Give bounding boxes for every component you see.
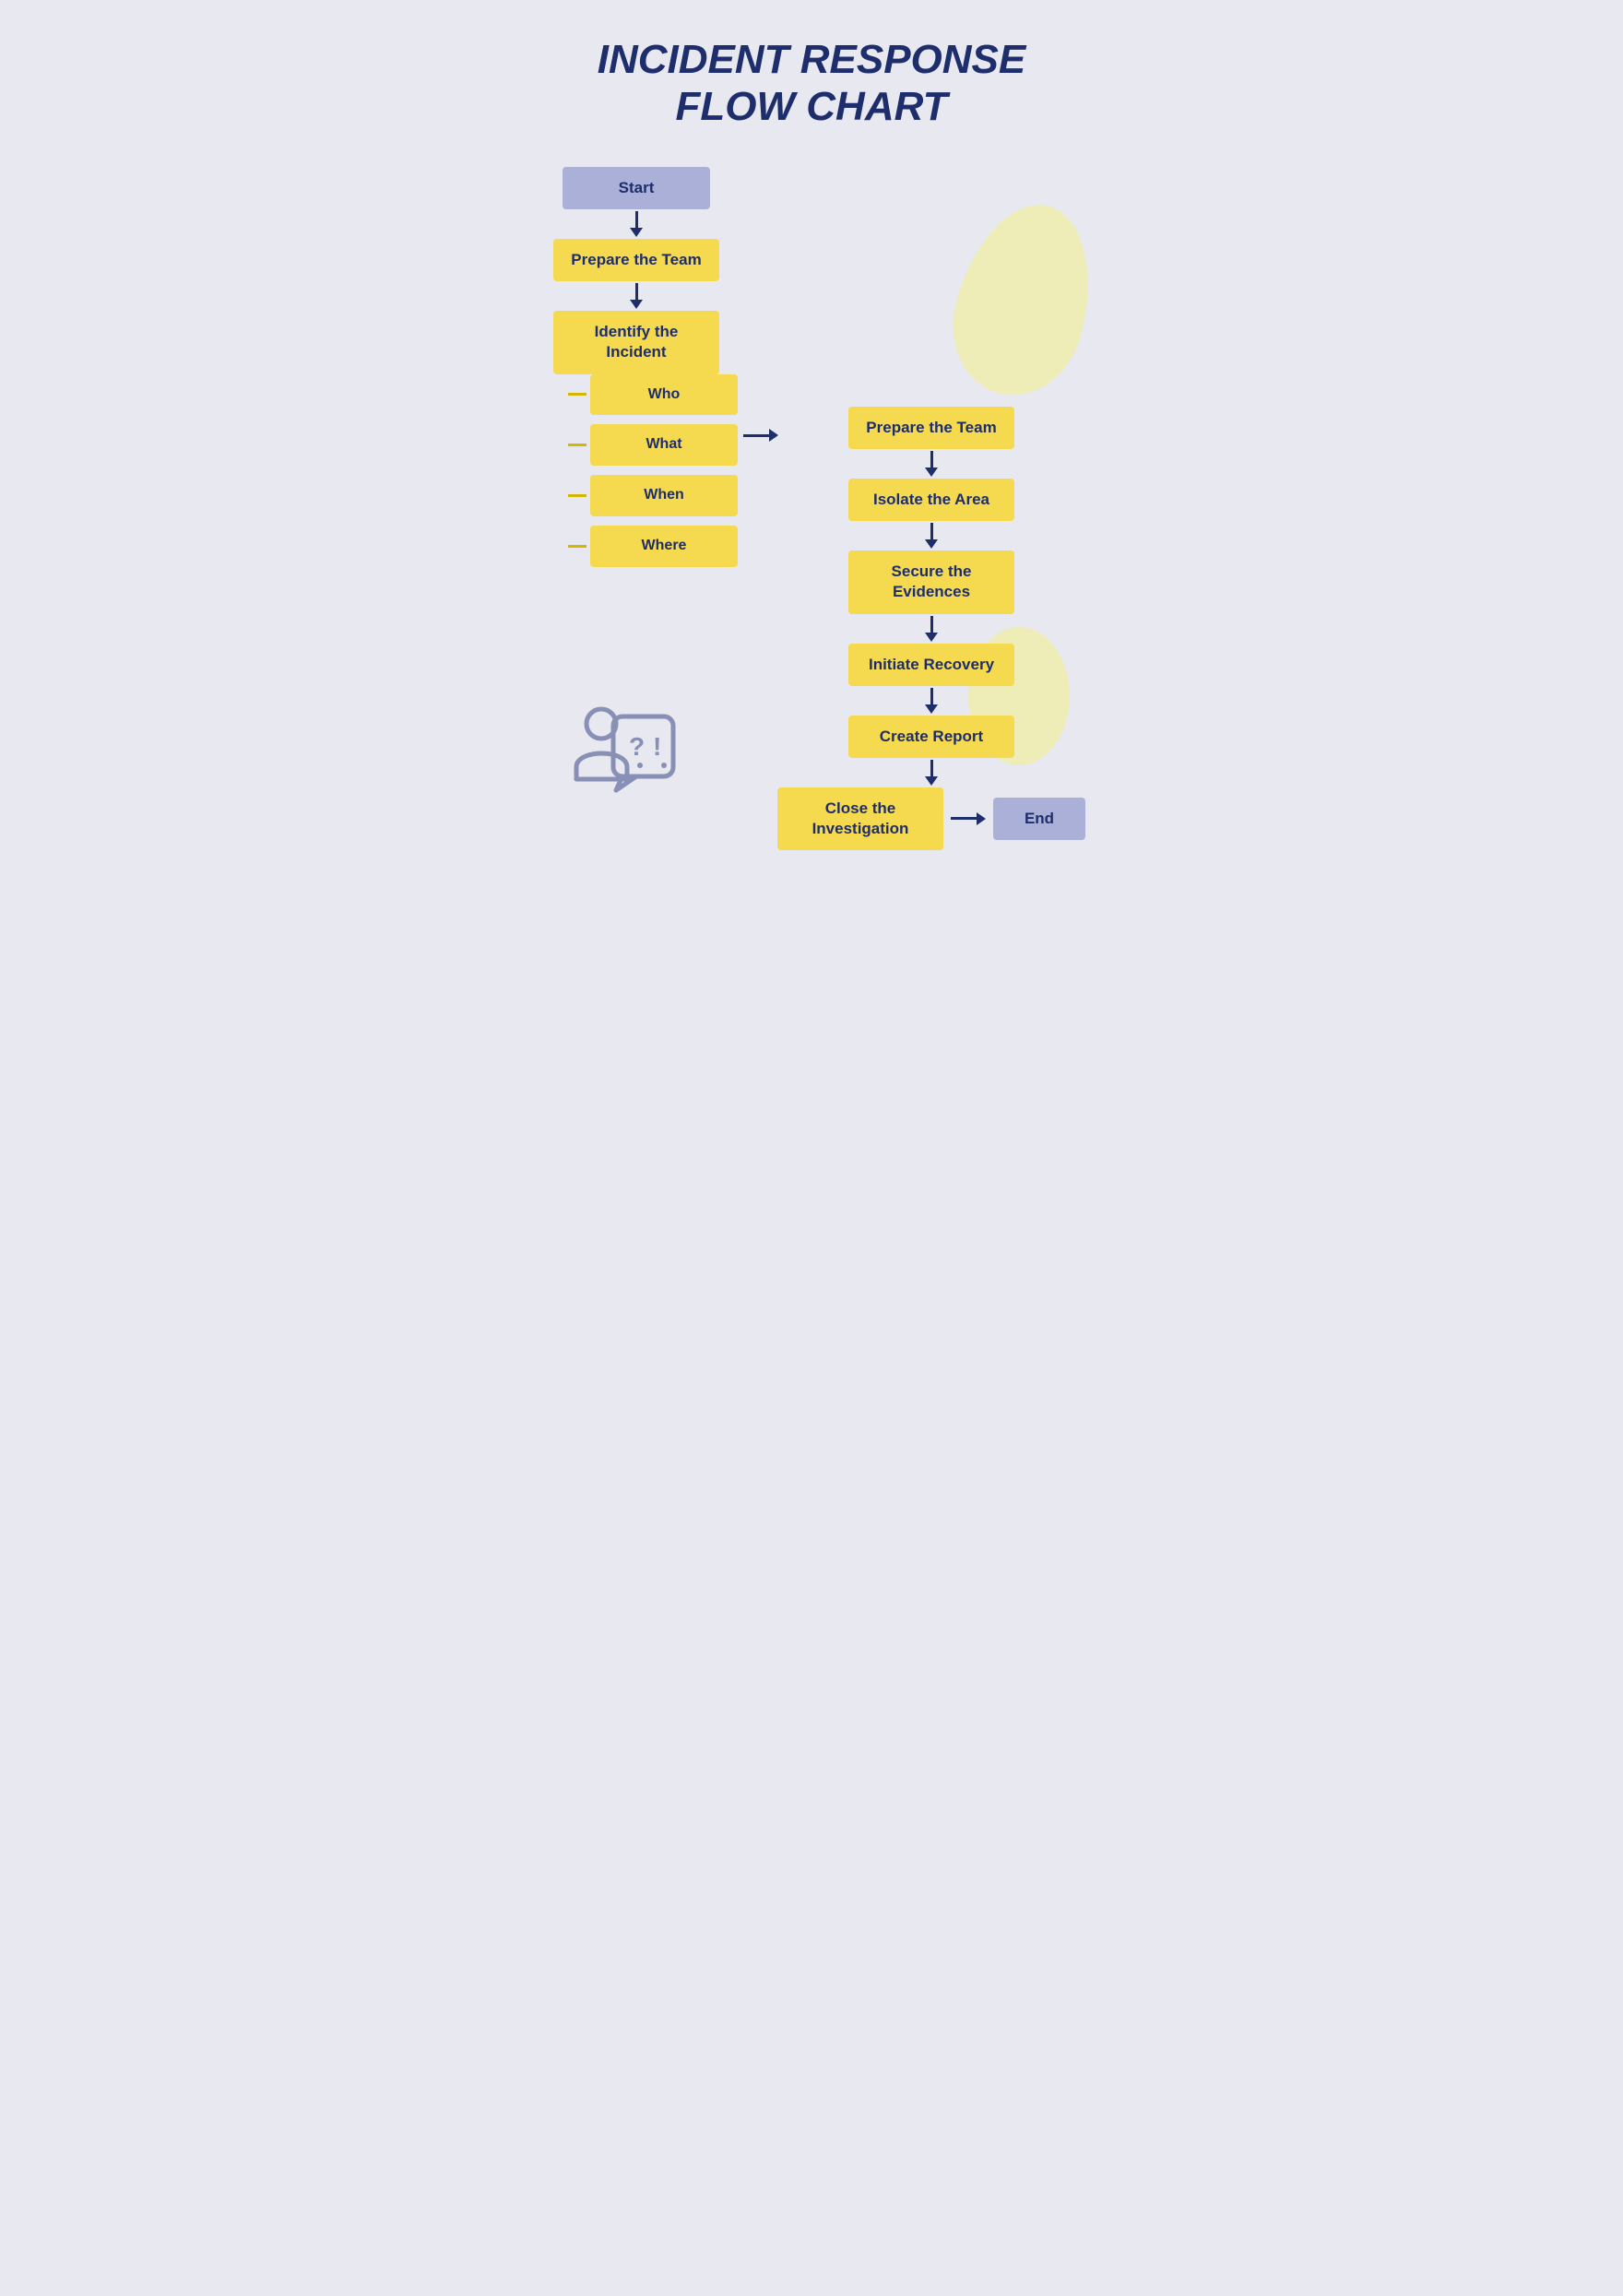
when-h-line (568, 494, 586, 497)
arrow-line (930, 616, 933, 633)
svg-text:?: ? (629, 732, 645, 761)
arrow-start-to-prepare (630, 211, 643, 237)
branch-container: Who What When Where (535, 374, 738, 567)
who-branch-row: Who (568, 374, 738, 416)
arrow-head (630, 300, 643, 309)
branch-items: Who What When Where (568, 374, 738, 567)
arrow-line (951, 817, 977, 820)
arrow-close-to-end (951, 812, 986, 825)
who-box: Who (590, 374, 738, 416)
left-column: Start Prepare the Team Identify the Inci… (535, 167, 738, 567)
arrow-head (925, 633, 938, 642)
where-box: Where (590, 526, 738, 567)
arrow-recovery-to-report (925, 688, 938, 714)
arrow-isolate-to-secure (925, 523, 938, 549)
arrow-line (930, 451, 933, 467)
prepare-team-box-left: Prepare the Team (553, 239, 719, 281)
page-title: INCIDENT RESPONSE FLOW CHART (535, 37, 1088, 130)
arrow-line (930, 523, 933, 539)
arrow-head (925, 467, 938, 477)
secure-evidences-box: Secure the Evidences (848, 550, 1014, 613)
page: INCIDENT RESPONSE FLOW CHART Start Prepa… (507, 0, 1116, 905)
title-line1: INCIDENT RESPONSE (598, 37, 1026, 82)
when-box: When (590, 475, 738, 516)
who-h-line (568, 393, 586, 396)
content-area: INCIDENT RESPONSE FLOW CHART Start Prepa… (535, 37, 1088, 850)
arrow-identify-to-right (743, 429, 778, 442)
arrow-head (769, 429, 778, 442)
right-column: Prepare the Team Isolate the Area Secure… (839, 167, 1024, 850)
arrow-line (635, 283, 638, 300)
arrow-head (630, 228, 643, 237)
what-branch-row: What (568, 424, 738, 466)
close-investigation-box: Close the Investigation (777, 787, 943, 850)
prepare-team-box-right: Prepare the Team (848, 407, 1014, 449)
title-line2: FLOW CHART (676, 84, 948, 129)
arrow-head (925, 539, 938, 549)
arrow-line (930, 688, 933, 704)
end-row: Close the Investigation End (777, 787, 1085, 850)
horizontal-arrow-connector (738, 167, 784, 442)
arrow-prepare-to-identify (630, 283, 643, 309)
isolate-area-box: Isolate the Area (848, 479, 1014, 521)
when-branch-row: When (568, 475, 738, 516)
arrow-line (635, 211, 638, 228)
arrow-line (930, 760, 933, 776)
start-box: Start (563, 167, 710, 209)
where-h-line (568, 545, 586, 548)
end-box: End (993, 798, 1085, 840)
arrow-report-to-close (925, 760, 938, 786)
arrow-line (743, 434, 769, 437)
arrow-head (925, 704, 938, 714)
create-report-box: Create Report (848, 716, 1014, 758)
what-h-line (568, 444, 586, 446)
initiate-recovery-box: Initiate Recovery (848, 644, 1014, 686)
arrow-head (925, 776, 938, 786)
arrow-secure-to-recovery (925, 616, 938, 642)
svg-text:!: ! (653, 732, 661, 761)
where-branch-row: Where (568, 526, 738, 567)
identify-incident-box: Identify the Incident (553, 311, 719, 373)
arrow-head (977, 812, 986, 825)
arrow-prepare-to-isolate (925, 451, 938, 477)
what-box: What (590, 424, 738, 466)
person-icon-area: ? ! (563, 698, 682, 823)
person-question-icon: ? ! (563, 698, 682, 818)
